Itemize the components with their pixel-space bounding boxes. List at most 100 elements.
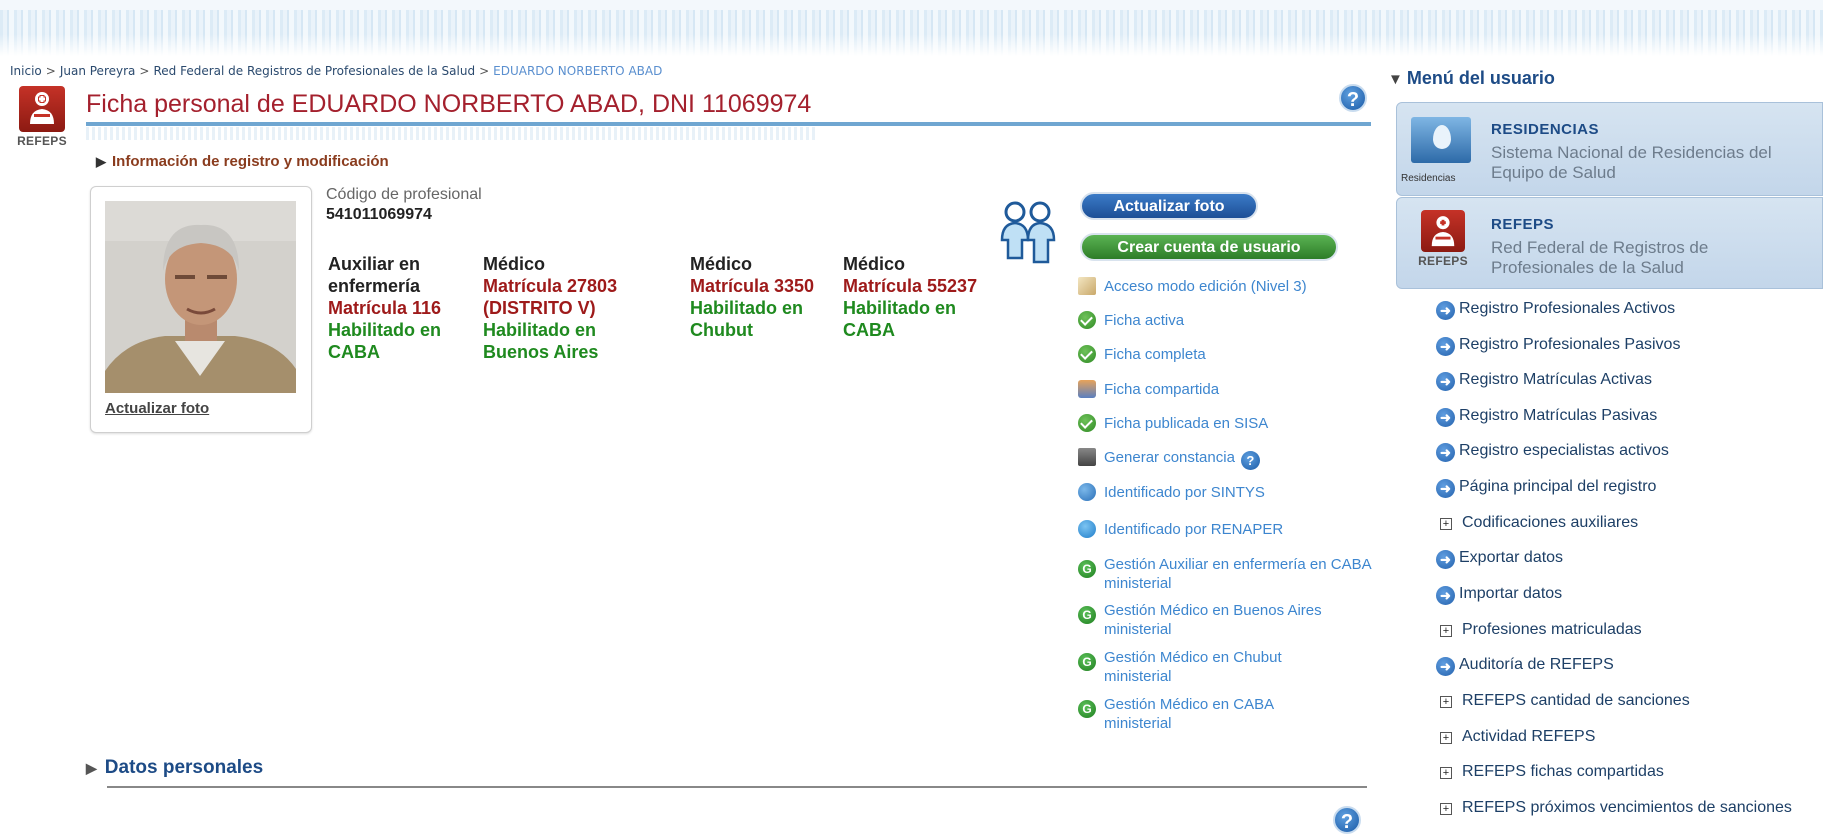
- menu-item-label: Actividad REFEPS: [1462, 728, 1596, 745]
- plus-box-icon: +: [1440, 625, 1452, 637]
- menu-item-cantidad-sanciones[interactable]: + REFEPS cantidad de sanciones: [1436, 692, 1690, 710]
- status-label: Acceso modo edición (Nivel 3): [1104, 278, 1307, 295]
- refeps-logo-label: REFEPS: [1418, 254, 1468, 268]
- menu-item-registro-matriculas-pasivas[interactable]: ➜ Registro Matrículas Pasivas: [1436, 407, 1657, 427]
- arrow-right-icon: ➜: [1436, 586, 1455, 605]
- expand-triangle-icon: ▶: [86, 760, 97, 776]
- system-desc-line: Sistema Nacional de Residencias del: [1491, 143, 1772, 162]
- check-icon: [1078, 345, 1096, 363]
- menu-item-label: Registro Matrículas Activas: [1459, 371, 1652, 388]
- title-divider: [86, 122, 1371, 126]
- profesion-titulo: Médico: [483, 254, 546, 274]
- g-icon: G: [1078, 560, 1096, 578]
- plus-box-icon: +: [1440, 767, 1452, 779]
- status-renaper[interactable]: Identificado por RENAPER: [1078, 520, 1283, 539]
- refeps-logo: REFEPS: [1413, 210, 1473, 268]
- residencias-logo-label: Residencias: [1401, 173, 1456, 184]
- actualizar-foto-button[interactable]: Actualizar foto: [1080, 192, 1258, 220]
- menu-title[interactable]: ▼ Menú del usuario: [1388, 68, 1555, 89]
- title-stripe: [86, 127, 816, 140]
- datos-personales-toggle[interactable]: ▶ Datos personales: [86, 757, 263, 779]
- status-sintys[interactable]: Identificado por SINTYS: [1078, 483, 1265, 502]
- menu-item-registro-matriculas-activas[interactable]: ➜ Registro Matrículas Activas: [1436, 371, 1652, 391]
- system-desc: Red Federal de Registros de Profesionales…: [1491, 238, 1708, 278]
- gestion-medico-bsas-link[interactable]: G Gestión Médico en Buenos Aires minister…: [1078, 601, 1374, 639]
- menu-item-registro-profesionales-pasivos[interactable]: ➜ Registro Profesionales Pasivos: [1436, 336, 1680, 356]
- header-banner: [0, 0, 1823, 56]
- menu-item-importar-datos[interactable]: ➜ Importar datos: [1436, 585, 1562, 605]
- arrow-right-icon: ➜: [1436, 372, 1455, 391]
- help-icon[interactable]: ?: [1333, 806, 1361, 834]
- menu-item-label: REFEPS próximos vencimientos de sancione…: [1462, 799, 1792, 816]
- status-label: Ficha activa: [1104, 312, 1185, 329]
- breadcrumb-user[interactable]: Juan Pereyra: [60, 64, 136, 78]
- profesion-matricula: Matrícula 27803 (DISTRITO V): [483, 276, 618, 318]
- arrow-right-icon: ➜: [1436, 301, 1455, 320]
- datos-personales-label: Datos personales: [104, 757, 264, 778]
- crear-cuenta-button[interactable]: Crear cuenta de usuario: [1080, 233, 1338, 261]
- people-icon: [1000, 201, 1056, 264]
- system-title: REFEPS: [1491, 216, 1555, 233]
- check-icon: [1078, 414, 1096, 432]
- breadcrumb-registry[interactable]: Red Federal de Registros de Profesionale…: [153, 64, 475, 78]
- gestion-medico-chubut-link[interactable]: G Gestión Médico en Chubut ministerial: [1078, 648, 1344, 686]
- system-desc-line: Red Federal de Registros de: [1491, 238, 1709, 257]
- status-modo-edicion[interactable]: Acceso modo edición (Nivel 3): [1078, 277, 1307, 296]
- profesion-1: Auxiliar en enfermería Matrícula 116 Hab…: [328, 253, 468, 363]
- system-card-refeps[interactable]: REFEPS REFEPS Red Federal de Registros d…: [1396, 197, 1823, 289]
- menu-item-actividad-refeps[interactable]: + Actividad REFEPS: [1436, 728, 1595, 746]
- status-ficha-sisa[interactable]: Ficha publicada en SISA: [1078, 414, 1268, 433]
- system-title: RESIDENCIAS: [1491, 121, 1600, 138]
- menu-item-auditoria-refeps[interactable]: ➜ Auditoría de REFEPS: [1436, 656, 1614, 676]
- page-title: Ficha personal de EDUARDO NORBERTO ABAD,…: [86, 90, 812, 118]
- status-ficha-activa[interactable]: Ficha activa: [1078, 311, 1184, 330]
- status-label: Identificado por RENAPER: [1104, 521, 1284, 538]
- breadcrumb-separator: >: [479, 64, 490, 78]
- menu-item-fichas-compartidas[interactable]: + REFEPS fichas compartidas: [1436, 763, 1664, 781]
- photo-card: Actualizar foto: [90, 186, 312, 433]
- gestion-medico-caba-link[interactable]: G Gestión Médico en CABA ministerial: [1078, 695, 1344, 733]
- system-desc: Sistema Nacional de Residencias del Equip…: [1491, 143, 1772, 183]
- expand-triangle-icon: ▶: [96, 154, 106, 169]
- menu-item-label: Registro Profesionales Pasivos: [1459, 336, 1681, 353]
- menu-item-exportar-datos[interactable]: ➜ Exportar datos: [1436, 549, 1563, 569]
- plus-box-icon: +: [1440, 732, 1452, 744]
- menu-item-pagina-principal[interactable]: ➜ Página principal del registro: [1436, 478, 1656, 498]
- check-icon: [1078, 311, 1096, 329]
- system-desc-line: Equipo de Salud: [1491, 163, 1616, 182]
- system-card-residencias[interactable]: Residencias RESIDENCIAS Sistema Nacional…: [1396, 102, 1823, 196]
- status-label: Ficha completa: [1104, 346, 1206, 363]
- arrow-right-icon: ➜: [1436, 337, 1455, 356]
- generar-constancia-link[interactable]: Generar constancia?: [1078, 448, 1260, 470]
- gestion-auxiliar-link[interactable]: G Gestión Auxiliar en enfermería en CABA …: [1078, 555, 1374, 593]
- menu-item-label: Codificaciones auxiliares: [1462, 514, 1639, 531]
- status-label: Identificado por SINTYS: [1104, 484, 1265, 501]
- actualizar-foto-link[interactable]: Actualizar foto: [105, 400, 209, 417]
- help-icon[interactable]: ?: [1240, 451, 1260, 470]
- menu-item-label: Registro Profesionales Activos: [1459, 300, 1676, 317]
- info-registro-toggle[interactable]: ▶ Información de registro y modificación: [96, 153, 389, 170]
- status-label: Generar constancia: [1104, 449, 1235, 466]
- residencias-logo: [1411, 117, 1471, 163]
- menu-item-proximos-vencimientos[interactable]: + REFEPS próximos vencimientos de sancion…: [1436, 799, 1792, 817]
- menu-item-profesiones-matriculadas[interactable]: + Profesiones matriculadas: [1436, 621, 1642, 639]
- arrow-right-icon: ➜: [1436, 408, 1455, 427]
- status-ficha-completa[interactable]: Ficha completa: [1078, 345, 1206, 364]
- status-label: Gestión Médico en Chubut ministerial: [1104, 649, 1282, 685]
- menu-item-registro-profesionales-activos[interactable]: ➜ Registro Profesionales Activos: [1436, 300, 1675, 320]
- menu-item-label: Página principal del registro: [1459, 478, 1657, 495]
- profesion-matricula: Matrícula 3350: [690, 276, 815, 296]
- menu-item-codificaciones-auxiliares[interactable]: + Codificaciones auxiliares: [1436, 514, 1638, 532]
- edit-icon: [1078, 277, 1096, 295]
- status-ficha-compartida[interactable]: Ficha compartida: [1078, 380, 1219, 399]
- help-icon[interactable]: ?: [1339, 84, 1367, 112]
- menu-item-registro-especialistas[interactable]: ➜ Registro especialistas activos: [1436, 442, 1669, 462]
- breadcrumb: Inicio > Juan Pereyra > Red Federal de Regis…: [10, 64, 662, 78]
- status-label: Gestión Médico en CABA ministerial: [1104, 696, 1274, 732]
- arrow-right-icon: ➜: [1436, 479, 1455, 498]
- profesion-habilitado: Habilitado en CABA: [328, 320, 442, 362]
- g-icon: G: [1078, 606, 1096, 624]
- sintys-icon: [1078, 483, 1096, 501]
- breadcrumb-inicio[interactable]: Inicio: [10, 64, 42, 78]
- plus-box-icon: +: [1440, 803, 1452, 815]
